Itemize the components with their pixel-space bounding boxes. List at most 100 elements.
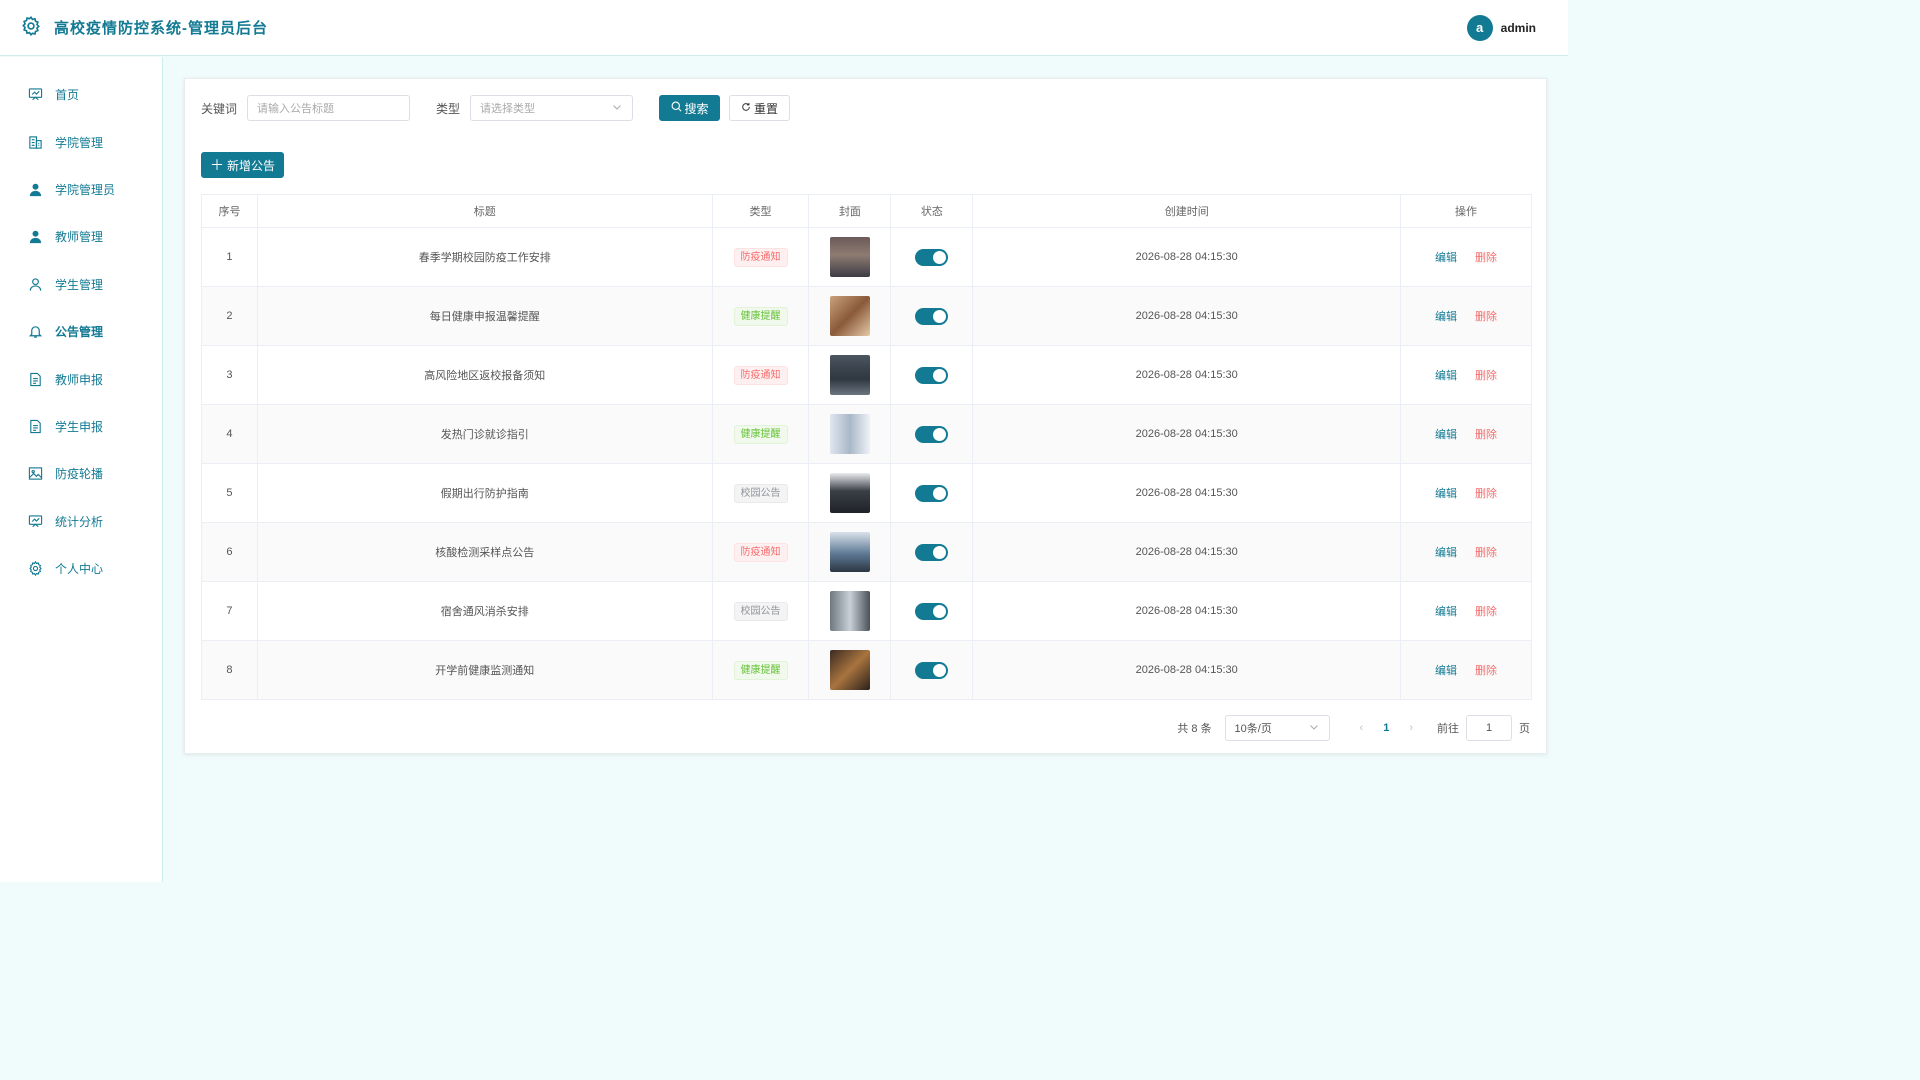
sidebar-item-label: 教师管理 — [55, 230, 104, 245]
edit-button[interactable]: 编辑 — [1435, 488, 1457, 500]
status-toggle[interactable] — [915, 366, 949, 384]
delete-button[interactable]: 删除 — [1475, 370, 1497, 382]
col-status: 状态 — [890, 194, 974, 228]
row-actions: 编辑 删除 — [1400, 522, 1532, 582]
document-icon — [28, 372, 43, 387]
row-created-time: 2026-08-28 04:15:30 — [972, 345, 1402, 405]
sidebar-item-label: 防疫轮播 — [55, 467, 104, 482]
type-tag: 防疫通知 — [733, 542, 788, 562]
next-page-icon[interactable]: › — [1409, 722, 1413, 734]
sidebar-item-2[interactable]: 学院管理员 — [0, 166, 162, 213]
search-icon — [671, 101, 682, 115]
edit-button[interactable]: 编辑 — [1435, 606, 1457, 618]
sidebar-item-label: 公告管理 — [55, 325, 104, 340]
row-actions: 编辑 删除 — [1400, 581, 1532, 641]
row-no: 1 — [201, 227, 258, 287]
username[interactable]: admin — [1501, 21, 1536, 35]
goto-value: 1 — [1485, 722, 1493, 734]
sidebar-item-3[interactable]: 教师管理 — [0, 213, 162, 260]
row-cover-cell — [808, 463, 892, 523]
top-header: 高校疫情防控系统-管理员后台 a admin — [0, 0, 1568, 56]
row-title: 核酸检测采样点公告 — [257, 522, 713, 582]
row-created-time: 2026-08-28 04:15:30 — [972, 581, 1402, 641]
avatar[interactable]: a — [1466, 14, 1493, 41]
cover-thumbnail[interactable] — [829, 532, 870, 572]
page-number[interactable]: 1 — [1383, 722, 1389, 734]
status-toggle[interactable] — [915, 602, 949, 620]
status-toggle[interactable] — [915, 484, 949, 502]
cover-thumbnail[interactable] — [829, 296, 870, 336]
bell-icon — [28, 324, 43, 339]
delete-button[interactable]: 删除 — [1475, 311, 1497, 323]
row-status-cell — [890, 404, 974, 464]
delete-button[interactable]: 删除 — [1475, 252, 1497, 264]
delete-button[interactable]: 删除 — [1475, 429, 1497, 441]
user-menu[interactable]: a admin — [1466, 14, 1536, 41]
row-actions: 编辑 删除 — [1400, 227, 1532, 287]
sidebar-item-0[interactable]: 首页 — [0, 71, 162, 118]
type-tag: 健康提醒 — [733, 660, 788, 680]
status-toggle[interactable] — [915, 307, 949, 325]
sidebar-item-8[interactable]: 防疫轮播 — [0, 450, 162, 497]
sidebar-item-label: 学生申报 — [55, 419, 104, 434]
edit-button[interactable]: 编辑 — [1435, 252, 1457, 264]
keyword-input[interactable]: 请输入公告标题 — [247, 95, 411, 121]
delete-button[interactable]: 删除 — [1475, 606, 1497, 618]
row-cover-cell — [808, 640, 892, 700]
type-select[interactable]: 请选择类型 — [470, 95, 634, 121]
status-toggle[interactable] — [915, 425, 949, 443]
sidebar-item-label: 首页 — [55, 88, 80, 103]
edit-button[interactable]: 编辑 — [1435, 547, 1457, 559]
goto-page-input[interactable]: 1 — [1466, 715, 1512, 741]
status-toggle[interactable] — [915, 661, 949, 679]
search-button[interactable]: 搜索 — [659, 95, 721, 121]
delete-button[interactable]: 删除 — [1475, 547, 1497, 559]
row-title: 每日健康申报温馨提醒 — [257, 286, 713, 346]
status-toggle[interactable] — [915, 248, 949, 266]
row-type-cell: 健康提醒 — [712, 286, 810, 346]
cover-thumbnail[interactable] — [829, 650, 870, 690]
row-actions: 编辑 删除 — [1400, 404, 1532, 464]
delete-button[interactable]: 删除 — [1475, 665, 1497, 677]
row-actions: 编辑 删除 — [1400, 286, 1532, 346]
user-outline-icon — [28, 277, 43, 292]
row-no: 5 — [201, 463, 258, 523]
picture-icon — [28, 466, 43, 481]
sidebar-item-9[interactable]: 统计分析 — [0, 498, 162, 545]
sidebar-item-6[interactable]: 教师申报 — [0, 355, 162, 402]
sidebar-item-4[interactable]: 学生管理 — [0, 261, 162, 308]
cover-thumbnail[interactable] — [829, 414, 870, 454]
edit-button[interactable]: 编辑 — [1435, 311, 1457, 323]
col-title: 标题 — [257, 194, 713, 228]
page-size-select[interactable]: 10条/页 — [1224, 715, 1330, 741]
sidebar-item-label: 统计分析 — [55, 514, 104, 529]
sidebar-item-10[interactable]: 个人中心 — [0, 545, 162, 592]
status-toggle[interactable] — [915, 543, 949, 561]
sidebar-item-7[interactable]: 学生申报 — [0, 403, 162, 450]
keyword-placeholder: 请输入公告标题 — [257, 103, 335, 115]
type-tag: 校园公告 — [733, 601, 788, 621]
reset-button[interactable]: 重置 — [729, 95, 791, 121]
edit-button[interactable]: 编辑 — [1435, 665, 1457, 677]
type-tag: 校园公告 — [733, 483, 788, 503]
cover-thumbnail[interactable] — [829, 473, 870, 513]
cover-thumbnail[interactable] — [829, 355, 870, 395]
sidebar-item-1[interactable]: 学院管理 — [0, 118, 162, 165]
sidebar-item-label: 学院管理 — [55, 135, 104, 150]
delete-button[interactable]: 删除 — [1475, 488, 1497, 500]
search-bar: 关键词 请输入公告标题 类型 请选择类型 搜索 重置 — [201, 95, 791, 121]
cover-thumbnail[interactable] — [829, 591, 870, 631]
edit-button[interactable]: 编辑 — [1435, 370, 1457, 382]
edit-button[interactable]: 编辑 — [1435, 429, 1457, 441]
page-suffix: 页 — [1519, 723, 1530, 735]
table-row: 7 宿舍通风消杀安排 校园公告 2026-08-28 04:15:30 编辑 删除 — [201, 581, 1532, 641]
row-title: 高风险地区返校报备须知 — [257, 345, 713, 405]
cover-thumbnail[interactable] — [829, 237, 870, 277]
row-created-time: 2026-08-28 04:15:30 — [972, 522, 1402, 582]
row-type-cell: 校园公告 — [712, 581, 810, 641]
building-icon — [28, 135, 43, 150]
col-type: 类型 — [712, 194, 810, 228]
add-announcement-button[interactable]: ＋ 新增公告 — [201, 152, 284, 178]
sidebar-item-5[interactable]: 公告管理 — [0, 308, 162, 355]
prev-page-icon[interactable]: ‹ — [1360, 722, 1364, 734]
